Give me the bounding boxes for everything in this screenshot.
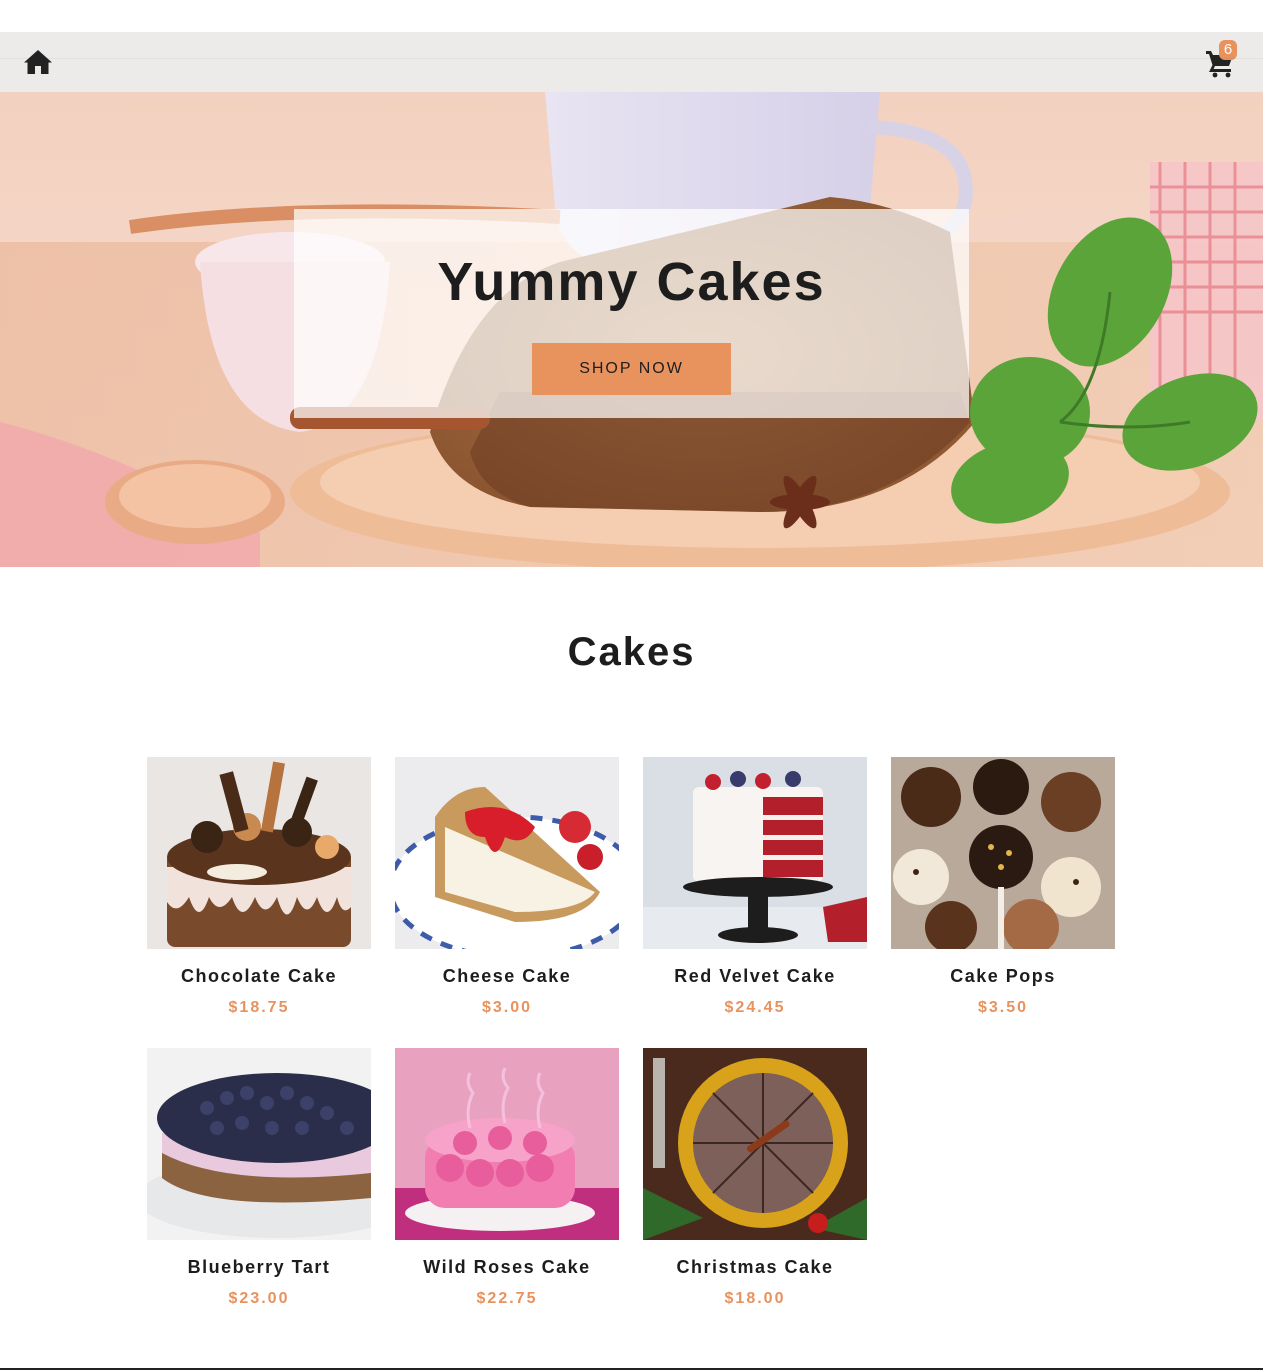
- cake-pops-image[interactable]: [891, 757, 1115, 949]
- hero-banner: Yummy Cakes SHOP NOW: [0, 92, 1263, 567]
- page: 6 Yummy Cakes SHOP NOW Cakes Chocolate C…: [0, 0, 1263, 1371]
- product-name: Red Velvet Cake: [674, 966, 836, 986]
- product-name: Chocolate Cake: [180, 966, 338, 986]
- cheese-cake-image[interactable]: [395, 757, 619, 949]
- product-card-red-velvet-cake[interactable]: Red Velvet Cake $24.45: [643, 757, 867, 1021]
- product-price: $3.50: [977, 999, 1029, 1016]
- product-name: Cheese Cake: [442, 966, 572, 986]
- chocolate-cake-image[interactable]: [147, 757, 371, 949]
- product-card-blueberry-tart[interactable]: Blueberry Tart $23.00: [147, 1048, 371, 1312]
- navbar: 6: [0, 32, 1263, 92]
- shop-now-button[interactable]: SHOP NOW: [532, 343, 731, 395]
- product-card-wild-roses-cake[interactable]: Wild Roses Cake $22.75: [395, 1048, 619, 1312]
- home-icon: [24, 50, 52, 74]
- product-card-cake-pops[interactable]: Cake Pops $3.50: [891, 757, 1115, 1021]
- cart-button[interactable]: 6: [1205, 40, 1239, 78]
- product-card-chocolate-cake[interactable]: Chocolate Cake $18.75: [147, 757, 371, 1021]
- footer-divider: [0, 1368, 1263, 1370]
- section-title: Cakes: [567, 630, 696, 674]
- product-price: $18.75: [228, 999, 290, 1016]
- product-price: $3.00: [481, 999, 533, 1016]
- product-price: $23.00: [228, 1290, 290, 1307]
- hero-title: Yummy Cakes: [437, 252, 826, 312]
- product-grid: Chocolate Cake $18.75 Cheese Cake $3.00: [147, 757, 1115, 1312]
- christmas-cake-image[interactable]: [643, 1048, 867, 1240]
- red-velvet-cake-image[interactable]: [643, 757, 867, 949]
- product-name: Wild Roses Cake: [423, 1257, 591, 1277]
- cart-count-badge: 6: [1219, 40, 1237, 60]
- hero-overlay-box: Yummy Cakes SHOP NOW: [294, 209, 969, 418]
- home-button[interactable]: [22, 46, 54, 78]
- blueberry-tart-image[interactable]: [147, 1048, 371, 1240]
- product-name: Cake Pops: [950, 966, 1056, 986]
- product-card-cheese-cake[interactable]: Cheese Cake $3.00: [395, 757, 619, 1021]
- product-price: $18.00: [724, 1290, 786, 1307]
- product-name: Blueberry Tart: [187, 1257, 331, 1277]
- product-name: Christmas Cake: [676, 1257, 834, 1277]
- product-price: $22.75: [476, 1290, 538, 1307]
- wild-roses-cake-image[interactable]: [395, 1048, 619, 1240]
- product-card-christmas-cake[interactable]: Christmas Cake $18.00: [643, 1048, 867, 1312]
- product-price: $24.45: [724, 999, 786, 1016]
